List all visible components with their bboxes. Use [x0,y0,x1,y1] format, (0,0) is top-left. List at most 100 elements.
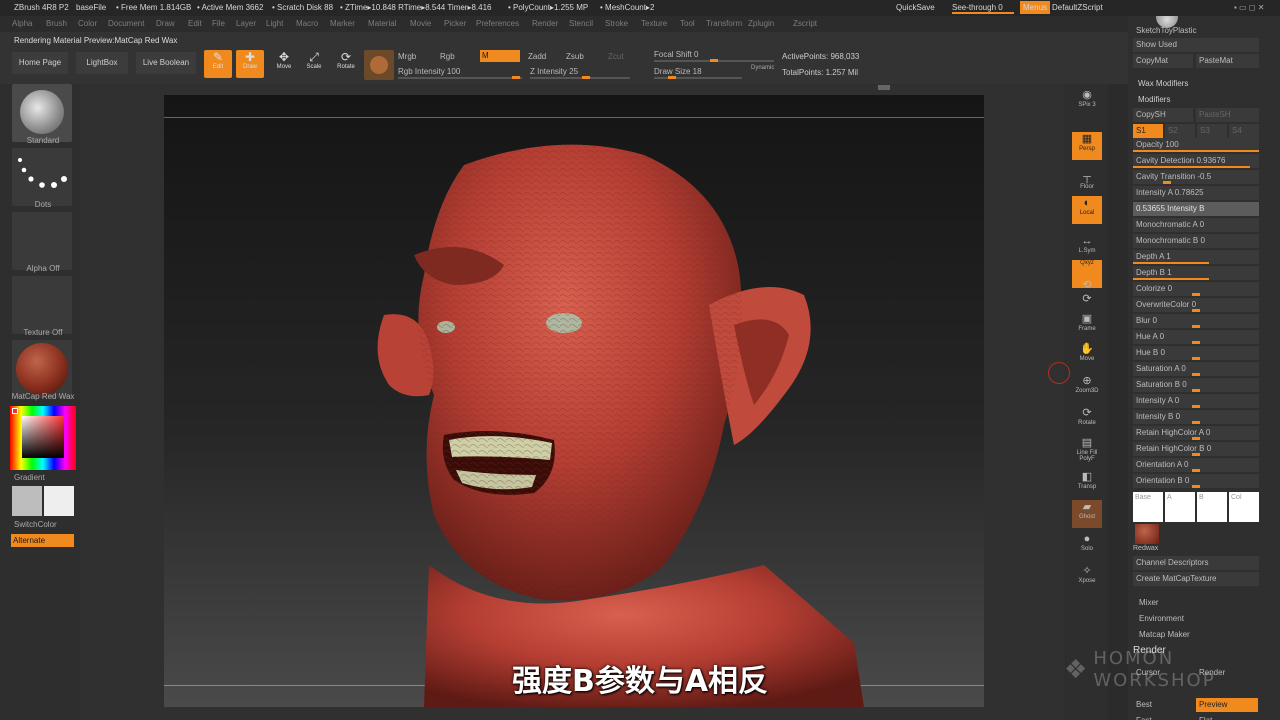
modifier-slider-11[interactable]: Blur 0 [1133,314,1259,328]
menu-render[interactable]: Render [532,19,558,28]
stroke-thumbnail[interactable] [12,148,72,206]
modifier-slider-1[interactable]: Cavity Detection 0.93676 [1133,154,1259,168]
menu-color[interactable]: Color [78,19,97,28]
s-tab-4[interactable]: S4 [1229,124,1259,138]
menus-button[interactable]: Menus [1020,1,1051,14]
scale-mode-button[interactable]: ⤢ Scale [300,50,328,78]
modifier-slider-16[interactable]: Intensity A 0 [1133,394,1259,408]
menu-tool[interactable]: Tool [680,19,695,28]
show-used-button[interactable]: Show Used [1133,38,1259,52]
modifier-slider-knob[interactable] [1192,437,1200,440]
modifier-slider-knob[interactable] [1192,421,1200,424]
floor-button[interactable]: ┬ Floor [1072,170,1102,198]
menu-document[interactable]: Document [108,19,144,28]
menu-transform[interactable]: Transform [706,19,742,28]
modifier-slider-20[interactable]: Orientation A 0 [1133,458,1259,472]
matcap-maker-header[interactable]: Matcap Maker [1136,628,1256,642]
environment-header[interactable]: Environment [1136,612,1256,626]
ghost-button[interactable]: ▰ Ghost [1072,500,1102,528]
persp-button[interactable]: ▦ Persp [1072,132,1102,160]
focal-shift-slider[interactable]: Focal Shift 0 [654,50,698,59]
scroll-handle[interactable] [878,85,890,90]
menu-edit[interactable]: Edit [188,19,202,28]
modifiers-header[interactable]: Modifiers [1138,95,1170,104]
modifier-slider-12[interactable]: Hue A 0 [1133,330,1259,344]
transp-button[interactable]: ◧ Transp [1072,470,1102,498]
modifier-slider-knob[interactable] [1192,469,1200,472]
modifier-slider-knob[interactable] [1192,325,1200,328]
menu-material[interactable]: Material [368,19,396,28]
menu-alpha[interactable]: Alpha [12,19,32,28]
swatch-base[interactable]: Base [1133,492,1163,522]
lightbox-button[interactable]: LightBox [76,52,128,74]
main-color-swatch[interactable] [44,486,74,516]
frame-button[interactable]: ▣ Frame [1072,312,1102,340]
m-button[interactable]: M [480,50,520,62]
copy-sh-button[interactable]: CopySH [1133,108,1193,122]
menu-zscript[interactable]: Zscript [793,19,817,28]
zoom3d-button[interactable]: ⊕ Zoom3D [1072,374,1102,402]
local-button[interactable]: ◐ Local [1072,196,1102,224]
alternate-button[interactable]: Alternate [11,534,74,547]
rotate-button[interactable]: ⟳ Rotate [1072,406,1102,434]
modifier-slider-knob[interactable] [1192,357,1200,360]
modifier-slider-14[interactable]: Saturation A 0 [1133,362,1259,376]
menu-draw[interactable]: Draw [156,19,175,28]
modifier-slider-knob[interactable] [1192,309,1200,312]
best-button[interactable]: Best [1133,698,1191,712]
modifier-slider-19[interactable]: Retain HighColor B 0 [1133,442,1259,456]
redwax-thumbnail[interactable] [1135,524,1159,544]
z-intensity-knob[interactable] [582,76,590,79]
menu-layer[interactable]: Layer [236,19,256,28]
modifier-slider-knob[interactable] [1192,389,1200,392]
menu-macro[interactable]: Macro [296,19,318,28]
menu-preferences[interactable]: Preferences [476,19,519,28]
modifier-slider-7[interactable]: Depth A 1 [1133,250,1259,264]
menu-marker[interactable]: Marker [330,19,355,28]
secondary-color-swatch[interactable] [12,486,42,516]
saturation-square[interactable] [22,416,64,458]
rotate-mode-button[interactable]: ⟳ Rotate [332,50,360,78]
menu-brush[interactable]: Brush [46,19,67,28]
texture-thumbnail[interactable] [12,276,72,334]
zsub-button[interactable]: Zsub [566,52,584,61]
modifier-slider-15[interactable]: Saturation B 0 [1133,378,1259,392]
rgb-button[interactable]: Rgb [440,52,455,61]
s-tab-3[interactable]: S3 [1197,124,1227,138]
modifier-slider-knob[interactable] [1192,485,1200,488]
live-boolean-button[interactable]: Live Boolean [136,52,196,74]
color-picker[interactable] [10,406,76,470]
wax-modifiers-header[interactable]: Wax Modifiers [1138,79,1188,88]
rgb-intensity-slider[interactable]: Rgb Intensity 100 [398,67,460,76]
default-zscript-button[interactable]: DefaultZScript [1052,3,1103,12]
modifier-slider-2[interactable]: Cavity Transition -0.5 [1133,170,1259,184]
modifier-slider-knob[interactable] [1192,453,1200,456]
rgb-intensity-knob[interactable] [512,76,520,79]
modifier-slider-knob[interactable] [1192,373,1200,376]
modifier-slider-8[interactable]: Depth B 1 [1133,266,1259,280]
menu-stencil[interactable]: Stencil [569,19,593,28]
modifier-slider-0[interactable]: Opacity 100 [1133,138,1259,152]
modifier-slider-21[interactable]: Orientation B 0 [1133,474,1259,488]
active-color-swatch[interactable] [12,408,18,414]
paste-mat-button[interactable]: PasteMat [1196,54,1259,68]
create-matcap-texture-button[interactable]: Create MatCapTexture [1133,572,1259,586]
menu-picker[interactable]: Picker [444,19,466,28]
material-thumbnail[interactable] [12,340,72,398]
s-tab-2[interactable]: S2 [1165,124,1195,138]
alpha-thumbnail[interactable] [12,212,72,270]
menu-texture[interactable]: Texture [641,19,667,28]
flat-button[interactable]: Flat [1196,714,1254,720]
window-controls-icon[interactable]: ▪ ▭ ◻ ✕ [1234,3,1264,12]
solo-button[interactable]: ● Solo [1072,532,1102,560]
modifier-slider-18[interactable]: Retain HighColor A 0 [1133,426,1259,440]
swatch-b[interactable]: B [1197,492,1227,522]
s-tab-1[interactable]: S1 [1133,124,1163,138]
menu-light[interactable]: Light [266,19,283,28]
modifier-slider-4[interactable]: 0.53655 Intensity B [1133,202,1259,216]
modifier-slider-knob[interactable] [1162,181,1171,184]
menu-movie[interactable]: Movie [410,19,431,28]
menu-stroke[interactable]: Stroke [605,19,628,28]
quicksave-button[interactable]: QuickSave [896,3,935,12]
menu-file[interactable]: File [212,19,225,28]
